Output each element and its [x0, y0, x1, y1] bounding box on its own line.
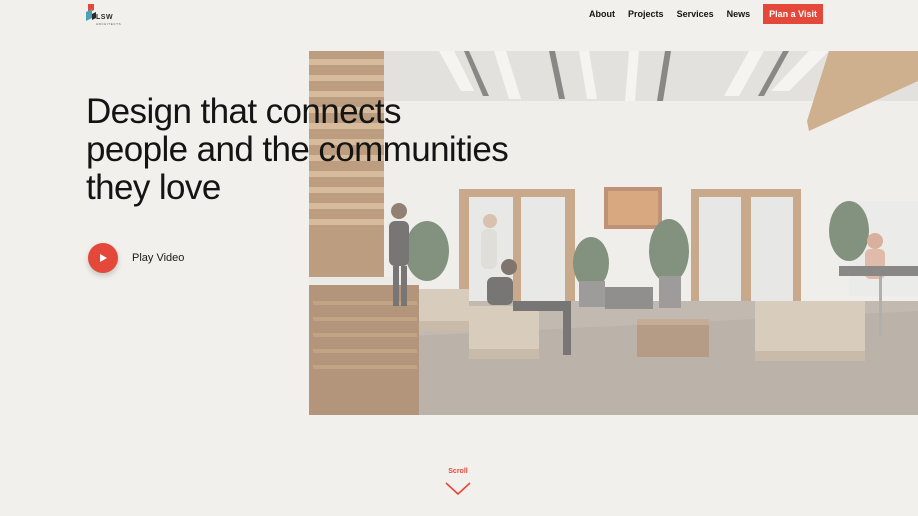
scroll-label[interactable]: Scroll — [444, 468, 472, 475]
hero-headline: Design that connects people and the comm… — [86, 93, 586, 207]
nav-services[interactable]: Services — [677, 9, 714, 19]
scroll-indicator[interactable]: Scroll — [444, 468, 472, 497]
logo[interactable]: LSW ARCHITECTS — [86, 4, 128, 26]
chevron-down-icon[interactable] — [444, 481, 472, 497]
hero-headline-line-1: Design that connects — [86, 92, 401, 131]
nav-projects[interactable]: Projects — [628, 9, 664, 19]
plan-a-visit-button[interactable]: Plan a Visit — [763, 4, 823, 24]
hero-headline-line-2: people and the communities — [86, 130, 509, 169]
main-nav: About Projects Services News Plan a Visi… — [589, 4, 823, 24]
nav-about[interactable]: About — [589, 9, 615, 19]
logo-wordmark: LSW — [96, 14, 114, 21]
nav-news[interactable]: News — [727, 9, 751, 19]
play-video-link[interactable]: Play Video — [88, 243, 184, 273]
hero-headline-line-3: they love — [86, 168, 221, 207]
play-icon — [100, 254, 107, 262]
logo-subtitle: ARCHITECTS — [96, 22, 122, 26]
play-video-button[interactable] — [88, 243, 118, 273]
play-video-label[interactable]: Play Video — [132, 252, 184, 264]
